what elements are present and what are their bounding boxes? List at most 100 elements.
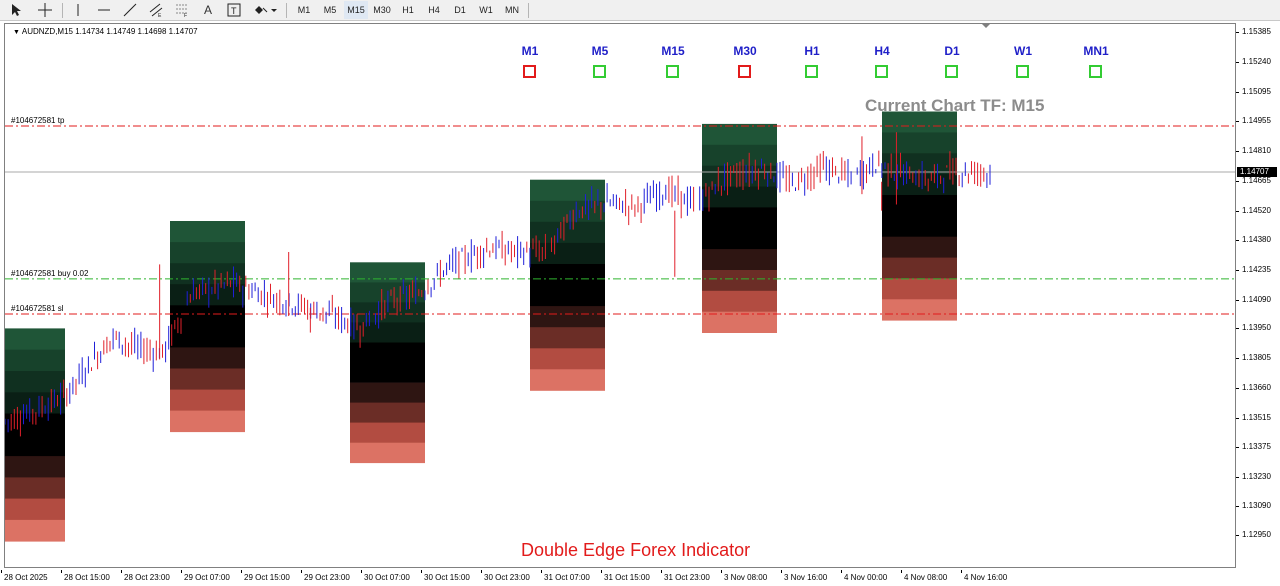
zone-band bbox=[5, 328, 65, 351]
time-tick-label: 28 Oct 23:00 bbox=[124, 573, 170, 582]
arrows-icon[interactable] bbox=[250, 1, 280, 19]
timeframe-button-m15[interactable]: M15 bbox=[344, 1, 368, 19]
time-tick bbox=[961, 570, 962, 573]
zone-band bbox=[530, 242, 605, 265]
price-tick-label: 1.14810 bbox=[1242, 145, 1271, 155]
zone-band bbox=[702, 186, 777, 208]
timeframe-button-mn[interactable]: MN bbox=[500, 1, 524, 19]
zone-band bbox=[170, 347, 245, 369]
price-tick-label: 1.13090 bbox=[1242, 501, 1271, 511]
chart-shift-marker-icon[interactable] bbox=[981, 23, 991, 28]
price-tick-label: 1.15385 bbox=[1242, 27, 1271, 36]
chart-canvas[interactable] bbox=[5, 24, 1235, 567]
current-price-tag: 1.14707 bbox=[1237, 167, 1277, 178]
timeframe-button-m1[interactable]: M1 bbox=[292, 1, 316, 19]
time-tick bbox=[121, 570, 122, 573]
time-tick bbox=[421, 570, 422, 573]
tf-label-m15: M15 bbox=[661, 44, 685, 58]
zone-band bbox=[530, 221, 605, 244]
zone-band bbox=[170, 410, 245, 433]
time-tick bbox=[181, 570, 182, 573]
tf-label-m30: M30 bbox=[733, 44, 757, 58]
zone-band bbox=[702, 123, 777, 146]
zone-band bbox=[350, 362, 425, 383]
time-tick-label: 29 Oct 15:00 bbox=[244, 573, 290, 582]
price-axis[interactable]: 1.15385 1.15240 1.15095 1.14955 1.14810 1.146… bbox=[1236, 23, 1280, 571]
zone-band bbox=[170, 242, 245, 264]
tf-label-h4: H4 bbox=[874, 44, 890, 58]
zone-band bbox=[5, 456, 65, 478]
trendline-icon[interactable] bbox=[120, 1, 140, 19]
tf-status-box-m1 bbox=[523, 65, 536, 78]
zone-band bbox=[702, 228, 777, 250]
crosshair-icon[interactable] bbox=[34, 1, 56, 19]
zone-band bbox=[350, 382, 425, 403]
zone-band bbox=[5, 477, 65, 500]
tf-label-d1: D1 bbox=[944, 44, 960, 58]
time-tick-label: 29 Oct 07:00 bbox=[184, 573, 230, 582]
candles bbox=[5, 132, 991, 437]
text-icon[interactable]: A bbox=[198, 1, 218, 19]
time-tick bbox=[661, 570, 662, 573]
time-tick bbox=[61, 570, 62, 573]
time-tick bbox=[481, 570, 482, 573]
time-tick bbox=[241, 570, 242, 573]
timeframe-button-h4[interactable]: H4 bbox=[422, 1, 446, 19]
price-tick bbox=[1236, 358, 1239, 360]
text-label-icon[interactable]: T bbox=[224, 1, 244, 19]
zone-band bbox=[350, 262, 425, 283]
horizontal-line-icon[interactable] bbox=[94, 1, 114, 19]
tf-status-box-h1 bbox=[805, 65, 818, 78]
toolbar-separator bbox=[528, 3, 529, 18]
timeframe-button-m5[interactable]: M5 bbox=[318, 1, 342, 19]
zone-band bbox=[5, 371, 65, 393]
price-tick-label: 1.13375 bbox=[1242, 442, 1271, 452]
zone-band bbox=[530, 306, 605, 328]
price-tick bbox=[1236, 447, 1239, 449]
chart-area[interactable]: ▼ AUDNZD,M15 1.14734 1.14749 1.14698 1.1… bbox=[4, 23, 1236, 568]
price-tick-label: 1.13230 bbox=[1242, 472, 1271, 482]
zone-band bbox=[350, 442, 425, 464]
zone-band bbox=[702, 207, 777, 229]
zone-band bbox=[5, 519, 65, 542]
timeframe-button-m30[interactable]: M30 bbox=[370, 1, 394, 19]
price-tick-label: 1.14235 bbox=[1242, 264, 1271, 274]
time-tick bbox=[1, 570, 2, 573]
time-tick-label: 4 Nov 08:00 bbox=[904, 573, 948, 582]
time-tick-label: 3 Nov 08:00 bbox=[724, 573, 768, 582]
price-tick-label: 1.13805 bbox=[1242, 353, 1271, 363]
symbol-info: ▼ AUDNZD,M15 1.14734 1.14749 1.14698 1.1… bbox=[13, 27, 198, 36]
timeframe-button-d1[interactable]: D1 bbox=[448, 1, 472, 19]
price-tick bbox=[1236, 180, 1239, 182]
zone-band bbox=[882, 236, 957, 258]
price-tick bbox=[1236, 388, 1239, 390]
price-tick-label: 1.14520 bbox=[1242, 205, 1271, 215]
zone-band bbox=[882, 195, 957, 217]
time-tick-label: 4 Nov 00:00 bbox=[844, 573, 888, 582]
price-tick bbox=[1236, 61, 1239, 63]
tf-status-box-mn1 bbox=[1089, 65, 1102, 78]
zone-band bbox=[530, 179, 605, 202]
tf-status-box-h4 bbox=[875, 65, 888, 78]
timeframe-button-w1[interactable]: W1 bbox=[474, 1, 498, 19]
zone-band bbox=[530, 264, 605, 286]
fibonacci-icon[interactable]: F bbox=[172, 1, 192, 19]
collapse-triangle-icon[interactable]: ▼ bbox=[13, 29, 22, 36]
cursor-icon[interactable] bbox=[6, 1, 26, 19]
price-tick-label: 1.14380 bbox=[1242, 234, 1271, 244]
equidistant-channel-icon[interactable]: E bbox=[146, 1, 166, 19]
zone-band bbox=[702, 270, 777, 292]
price-tick bbox=[1236, 299, 1239, 301]
price-tick bbox=[1236, 477, 1239, 479]
svg-text:E: E bbox=[158, 13, 162, 17]
price-tick bbox=[1236, 120, 1239, 122]
zone-band bbox=[170, 221, 245, 243]
time-tick-label: 30 Oct 15:00 bbox=[424, 573, 470, 582]
price-tick bbox=[1236, 210, 1239, 212]
zone-band bbox=[882, 278, 957, 300]
vertical-line-icon[interactable] bbox=[68, 1, 88, 19]
time-tick-label: 3 Nov 16:00 bbox=[784, 573, 828, 582]
time-axis[interactable]: 28 Oct 2025 28 Oct 15:00 28 Oct 23:00 29 Oc… bbox=[0, 570, 1236, 586]
time-tick-label: 31 Oct 15:00 bbox=[604, 573, 650, 582]
timeframe-button-h1[interactable]: H1 bbox=[396, 1, 420, 19]
